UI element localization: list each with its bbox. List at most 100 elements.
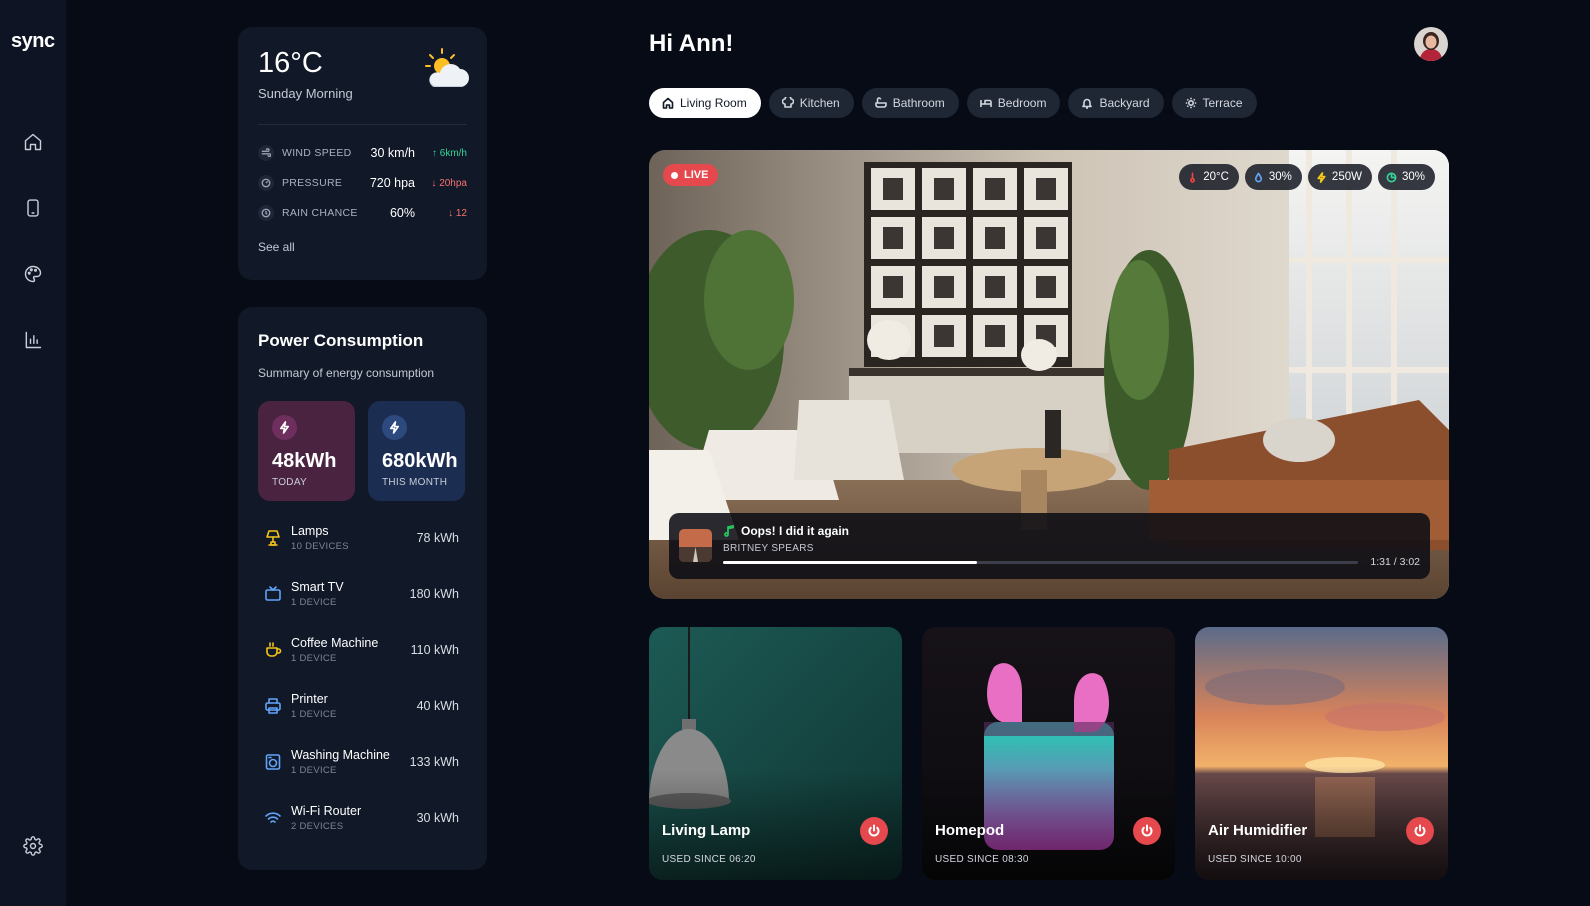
device-card-living-lamp[interactable]: Living Lamp USED SINCE 06:20 bbox=[649, 627, 902, 880]
stat-value: 30% bbox=[1268, 171, 1292, 183]
stat-temperature: 20°C bbox=[1179, 164, 1239, 190]
device-count: 1 DEVICE bbox=[291, 765, 337, 776]
device-row[interactable]: Printer 1 DEVICE 40 kWh bbox=[258, 691, 467, 723]
weather-value: 60% bbox=[389, 206, 415, 220]
washing-machine-icon bbox=[264, 753, 282, 771]
power-button[interactable] bbox=[860, 817, 888, 845]
power-button[interactable] bbox=[1406, 817, 1434, 845]
device-row[interactable]: Smart TV 1 DEVICE 180 kWh bbox=[258, 579, 467, 611]
device-title: Air Humidifier bbox=[1208, 822, 1308, 839]
tab-terrace[interactable]: Terrace bbox=[1171, 88, 1257, 118]
bolt-icon bbox=[382, 415, 407, 440]
tab-backyard[interactable]: Backyard bbox=[1068, 88, 1164, 118]
tv-icon bbox=[264, 585, 282, 603]
device-title: Living Lamp bbox=[662, 822, 751, 839]
music-note-icon bbox=[724, 525, 734, 537]
bar-chart-icon[interactable] bbox=[21, 328, 45, 352]
device-name: Printer bbox=[291, 692, 328, 706]
bathtub-icon bbox=[874, 97, 887, 108]
power-icon bbox=[1141, 824, 1153, 837]
device-kwh: 133 kWh bbox=[409, 755, 459, 769]
device-count: 1 DEVICE bbox=[291, 709, 337, 720]
device-row[interactable]: Coffee Machine 1 DEVICE 110 kWh bbox=[258, 635, 467, 667]
tab-label: Kitchen bbox=[799, 96, 840, 110]
stat-value: 30% bbox=[1401, 171, 1425, 183]
device-name: Lamps bbox=[291, 524, 329, 538]
avatar[interactable] bbox=[1414, 27, 1448, 61]
stat-today: 48kWh TODAY bbox=[258, 401, 355, 501]
device-kwh: 40 kWh bbox=[416, 699, 459, 713]
bed-icon bbox=[979, 99, 992, 107]
mobile-icon[interactable] bbox=[21, 196, 45, 220]
live-label: LIVE bbox=[684, 169, 709, 181]
power-title: Power Consumption bbox=[258, 331, 424, 350]
stat-label: TODAY bbox=[272, 477, 308, 488]
home-icon bbox=[662, 97, 674, 109]
tab-bedroom[interactable]: Bedroom bbox=[966, 88, 1061, 118]
stat-label: THIS MONTH bbox=[382, 477, 448, 488]
device-name: Coffee Machine bbox=[291, 636, 379, 650]
wind-icon bbox=[258, 145, 274, 161]
bell-icon bbox=[1082, 98, 1093, 109]
device-kwh: 30 kWh bbox=[416, 811, 459, 825]
device-name: Wi-Fi Router bbox=[291, 804, 362, 818]
device-row[interactable]: Lamps 10 DEVICES 78 kWh bbox=[258, 523, 467, 555]
power-consumption-card: Power Consumption Summary of energy cons… bbox=[238, 307, 487, 870]
stat-month: 680kWh THIS MONTH bbox=[368, 401, 465, 501]
stat-usage: 30% bbox=[1377, 164, 1435, 190]
progress-bar[interactable] bbox=[723, 561, 1358, 564]
device-usage: USED SINCE 10:00 bbox=[1208, 854, 1302, 865]
temperature: 16°C bbox=[258, 47, 323, 79]
partly-cloudy-icon bbox=[422, 47, 470, 91]
live-camera-feed[interactable]: LIVE 20°C 30% 250W 30% Oops! I did it ag… bbox=[649, 150, 1449, 599]
stat-humidity: 30% bbox=[1244, 164, 1302, 190]
device-card-homepod[interactable]: Homepod USED SINCE 08:30 bbox=[922, 627, 1175, 880]
device-count: 10 DEVICES bbox=[291, 541, 349, 552]
device-row[interactable]: Washing Machine 1 DEVICE 133 kWh bbox=[258, 747, 467, 779]
rain-icon bbox=[258, 205, 274, 221]
device-name: Smart TV bbox=[291, 580, 344, 594]
sidebar: sync bbox=[0, 0, 66, 906]
humidity-icon bbox=[1254, 172, 1262, 182]
see-all-link[interactable]: See all bbox=[258, 240, 295, 254]
weather-delta: ↓ 20hpa bbox=[431, 177, 467, 189]
pie-icon bbox=[1386, 172, 1397, 182]
tab-living-room[interactable]: Living Room bbox=[649, 88, 761, 118]
power-icon bbox=[1414, 824, 1426, 837]
tab-label: Bedroom bbox=[997, 96, 1047, 110]
stat-value: 20°C bbox=[1203, 171, 1229, 183]
weather-row-wind: WIND SPEED 30 km/h ↑ 6km/h bbox=[258, 144, 467, 162]
device-kwh: 78 kWh bbox=[416, 531, 459, 545]
power-button[interactable] bbox=[1133, 817, 1161, 845]
device-title: Homepod bbox=[935, 822, 1005, 839]
tab-label: Living Room bbox=[680, 96, 747, 110]
device-count: 2 DEVICES bbox=[291, 821, 344, 832]
song-title: Oops! I did it again bbox=[723, 524, 849, 538]
tab-label: Terrace bbox=[1202, 96, 1243, 110]
wifi-icon bbox=[264, 809, 282, 827]
tab-bathroom[interactable]: Bathroom bbox=[861, 88, 959, 118]
device-card-air-humidifier[interactable]: Air Humidifier USED SINCE 10:00 bbox=[1195, 627, 1448, 880]
device-kwh: 180 kWh bbox=[409, 587, 459, 601]
device-kwh: 110 kWh bbox=[410, 643, 459, 657]
lamp-icon bbox=[264, 529, 282, 547]
settings-icon[interactable] bbox=[21, 834, 45, 858]
device-usage: USED SINCE 08:30 bbox=[935, 854, 1029, 865]
divider bbox=[258, 124, 467, 125]
playback-time: 1:31 / 3:02 bbox=[1370, 556, 1420, 568]
home-icon[interactable] bbox=[21, 130, 45, 154]
device-name: Washing Machine bbox=[291, 748, 390, 762]
palette-icon[interactable] bbox=[21, 262, 45, 286]
music-player: Oops! I did it again BRITNEY SPEARS 1:31… bbox=[669, 513, 1430, 579]
device-count: 1 DEVICE bbox=[291, 597, 337, 608]
device-count: 1 DEVICE bbox=[291, 653, 337, 664]
tab-label: Backyard bbox=[1099, 96, 1150, 110]
live-dot-icon bbox=[671, 171, 678, 179]
weather-value: 30 km/h bbox=[370, 146, 415, 160]
tab-kitchen[interactable]: Kitchen bbox=[768, 88, 854, 118]
weather-delta: ↑ 6km/h bbox=[431, 147, 467, 159]
sun-icon bbox=[1185, 97, 1196, 109]
song-artist: BRITNEY SPEARS bbox=[723, 543, 814, 554]
device-row[interactable]: Wi-Fi Router 2 DEVICES 30 kWh bbox=[258, 803, 467, 835]
greeting: Hi Ann! bbox=[649, 30, 734, 57]
